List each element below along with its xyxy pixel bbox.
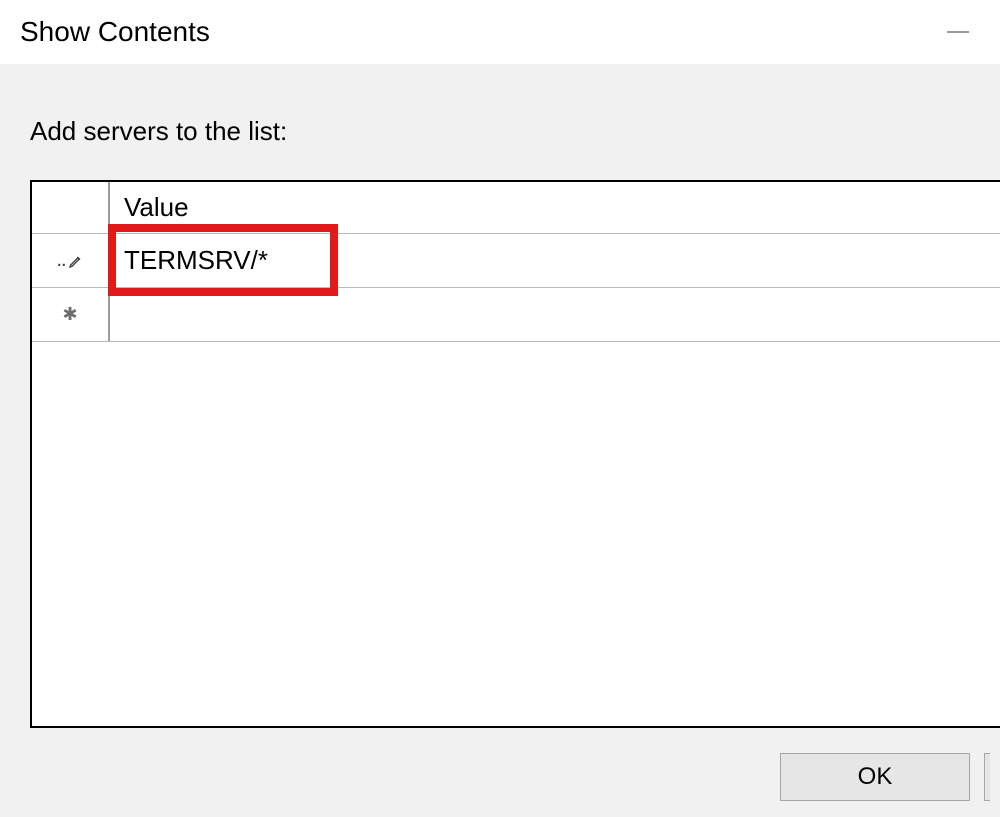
grid-header-value: Value xyxy=(110,182,1000,233)
grid-cell-value-0[interactable]: TERMSRV/* xyxy=(110,234,1000,287)
row-marker-edit: .. xyxy=(32,234,110,287)
grid-cell-value-1[interactable] xyxy=(110,288,1000,341)
title-bar: Show Contents xyxy=(0,0,1000,64)
prompt-label: Add servers to the list: xyxy=(30,116,287,147)
dialog-footer: OK xyxy=(0,737,1000,817)
grid-row-edit[interactable]: .. TERMSRV/* xyxy=(32,234,1000,288)
grid-header-marker xyxy=(32,182,110,233)
ok-button[interactable]: OK xyxy=(780,753,970,801)
dialog-body: Add servers to the list: Value .. TERMSR… xyxy=(0,64,1000,817)
grid-header-row: Value xyxy=(32,182,1000,234)
cancel-button-cropped[interactable] xyxy=(984,753,990,801)
row-marker-new: ✱ xyxy=(32,288,110,341)
minimize-icon xyxy=(947,31,969,33)
minimize-button[interactable] xyxy=(940,14,976,50)
asterisk-icon: ✱ xyxy=(62,304,77,325)
window-title: Show Contents xyxy=(20,16,210,48)
server-list-grid[interactable]: Value .. TERMSRV/* ✱ xyxy=(30,180,1000,728)
ok-button-label: OK xyxy=(858,763,893,791)
pencil-icon: .. xyxy=(56,249,83,272)
grid-row-new[interactable]: ✱ xyxy=(32,288,1000,342)
